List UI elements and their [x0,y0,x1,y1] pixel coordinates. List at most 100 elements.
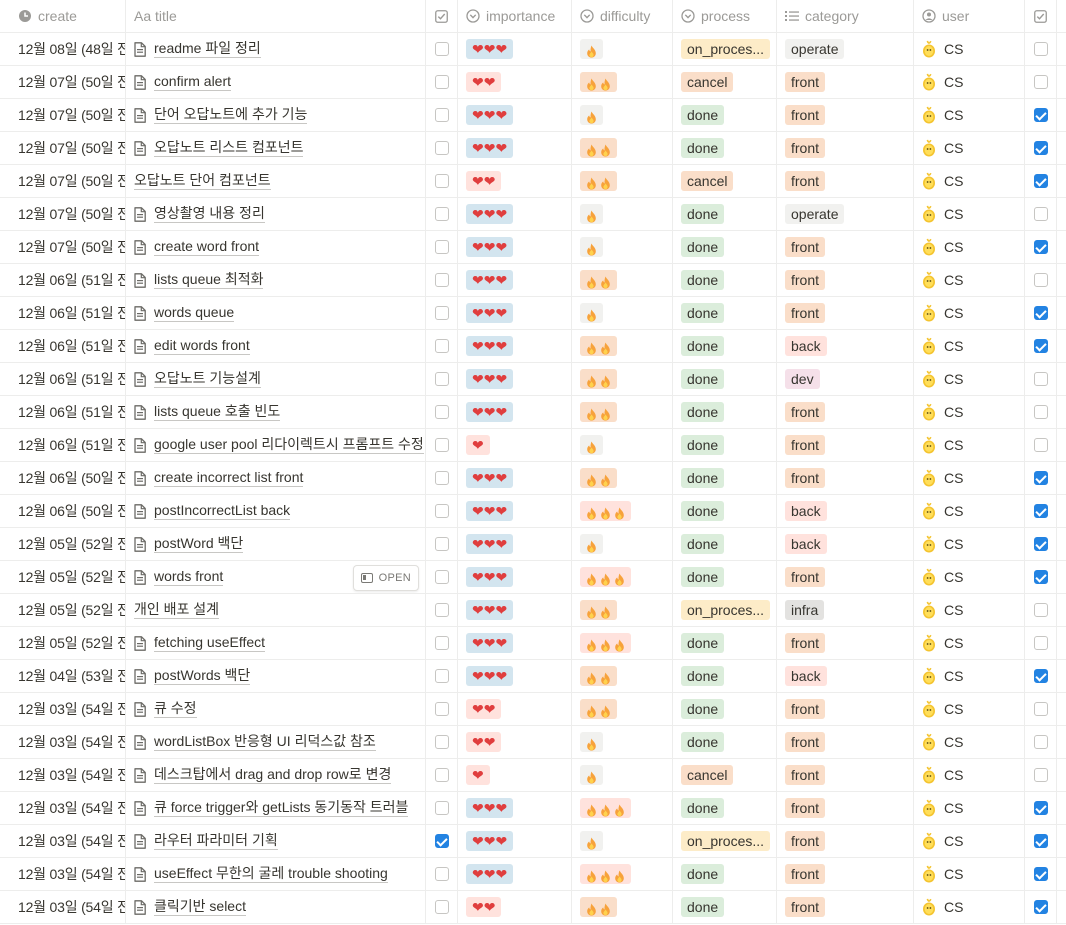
checkbox[interactable] [434,372,449,386]
checkbox[interactable] [434,471,449,485]
cell-checkbox-2[interactable] [1025,594,1057,626]
checkbox[interactable] [1033,141,1048,155]
checkbox[interactable] [1033,339,1048,353]
cell-process[interactable]: done [673,198,777,230]
checkbox[interactable] [434,669,449,683]
cell-user[interactable]: CS [914,858,1025,890]
cell-difficulty[interactable] [572,759,673,791]
table-row[interactable]: 12월 07일 (50일 전 오답노트 리스트 컴포넌트 ❤❤❤ done front C… [0,132,1066,165]
checkbox[interactable] [1033,42,1048,56]
checkbox[interactable] [434,438,449,452]
cell-checkbox[interactable] [426,363,458,395]
cell-user[interactable]: CS [914,561,1025,593]
cell-difficulty[interactable] [572,528,673,560]
cell-importance[interactable]: ❤❤❤ [458,330,572,362]
cell-create[interactable]: 12월 07일 (50일 전 [10,99,126,131]
cell-importance[interactable]: ❤❤❤ [458,132,572,164]
cell-importance[interactable]: ❤❤❤ [458,264,572,296]
cell-create[interactable]: 12월 07일 (50일 전 [10,132,126,164]
cell-title[interactable]: 오답노트 기능설계 [126,363,426,395]
cell-checkbox[interactable] [426,726,458,758]
cell-user[interactable]: CS [914,264,1025,296]
cell-checkbox-2[interactable] [1025,726,1057,758]
cell-create[interactable]: 12월 03일 (54일 전 [10,693,126,725]
cell-title[interactable]: words front OPEN [126,561,426,593]
cell-create[interactable]: 12월 03일 (54일 전 [10,759,126,791]
cell-importance[interactable]: ❤❤ [458,693,572,725]
column-header-checkbox[interactable] [426,0,458,32]
cell-importance[interactable]: ❤❤ [458,165,572,197]
cell-user[interactable]: CS [914,132,1025,164]
checkbox[interactable] [434,735,449,749]
cell-process[interactable]: done [673,429,777,461]
cell-difficulty[interactable] [572,132,673,164]
page-title-link[interactable]: postWord 백단 [154,535,244,553]
cell-category[interactable]: operate [777,33,914,65]
cell-category[interactable]: front [777,693,914,725]
page-title-link[interactable]: 데스크탑에서 drag and drop row로 변경 [154,766,392,784]
checkbox[interactable] [1033,834,1048,848]
cell-checkbox-2[interactable] [1025,495,1057,527]
checkbox[interactable] [434,207,449,221]
table-row[interactable]: 12월 03일 (54일 전 useEffect 무한의 굴레 trouble s… [0,858,1066,891]
cell-create[interactable]: 12월 05일 (52일 전 [10,528,126,560]
cell-create[interactable]: 12월 06일 (50일 전 [10,462,126,494]
cell-checkbox-2[interactable] [1025,165,1057,197]
cell-checkbox-2[interactable] [1025,462,1057,494]
page-title-link[interactable]: create word front [154,238,260,256]
page-title-link[interactable]: confirm alert [154,73,232,91]
column-header-user[interactable]: user [914,0,1025,32]
cell-difficulty[interactable] [572,165,673,197]
checkbox[interactable] [1033,801,1048,815]
table-row[interactable]: 12월 06일 (51일 전 edit words front ❤❤❤ done bac… [0,330,1066,363]
cell-checkbox-2[interactable] [1025,99,1057,131]
table-row[interactable]: 12월 05일 (52일 전 words front OPEN ❤❤❤ done fron… [0,561,1066,594]
cell-checkbox[interactable] [426,891,458,923]
page-title-link[interactable]: 클릭기반 select [154,898,246,916]
table-row[interactable]: 12월 06일 (51일 전 오답노트 기능설계 ❤❤❤ done dev CS [0,363,1066,396]
page-title-link[interactable]: wordListBox 반응형 UI 리덕스값 참조 [154,733,376,751]
cell-title[interactable]: 데스크탑에서 drag and drop row로 변경 [126,759,426,791]
cell-title[interactable]: 오답노트 리스트 컴포넌트 [126,132,426,164]
checkbox[interactable] [1033,735,1048,749]
cell-title[interactable]: postWords 백단 [126,660,426,692]
table-row[interactable]: 12월 07일 (50일 전 confirm alert ❤❤ cancel front… [0,66,1066,99]
checkbox[interactable] [1033,603,1048,617]
cell-checkbox[interactable] [426,462,458,494]
column-header-create[interactable]: create [10,0,126,32]
cell-title[interactable]: lists queue 최적화 [126,264,426,296]
checkbox[interactable] [434,801,449,815]
cell-title[interactable]: useEffect 무한의 굴레 trouble shooting [126,858,426,890]
cell-difficulty[interactable] [572,66,673,98]
cell-checkbox[interactable] [426,561,458,593]
cell-difficulty[interactable] [572,33,673,65]
cell-process[interactable]: done [673,891,777,923]
cell-difficulty[interactable] [572,660,673,692]
page-title-link[interactable]: lists queue 최적화 [154,271,264,289]
cell-title[interactable]: create word front [126,231,426,263]
cell-user[interactable]: CS [914,528,1025,560]
cell-process[interactable]: done [673,330,777,362]
cell-category[interactable]: front [777,726,914,758]
checkbox[interactable] [1033,207,1048,221]
cell-difficulty[interactable] [572,396,673,428]
cell-checkbox[interactable] [426,627,458,659]
cell-importance[interactable]: ❤❤❤ [458,660,572,692]
checkbox[interactable] [1033,471,1048,485]
table-row[interactable]: 12월 05일 (52일 전 개인 배포 설계 ❤❤❤ on_proces... inf… [0,594,1066,627]
cell-create[interactable]: 12월 06일 (50일 전 [10,495,126,527]
cell-create[interactable]: 12월 03일 (54일 전 [10,726,126,758]
cell-importance[interactable]: ❤ [458,429,572,461]
cell-checkbox-2[interactable] [1025,792,1057,824]
cell-difficulty[interactable] [572,429,673,461]
cell-process[interactable]: done [673,132,777,164]
cell-difficulty[interactable] [572,231,673,263]
checkbox[interactable] [1033,900,1048,914]
cell-user[interactable]: CS [914,759,1025,791]
cell-importance[interactable]: ❤❤❤ [458,561,572,593]
cell-importance[interactable]: ❤❤ [458,891,572,923]
cell-title[interactable]: 오답노트 단어 컴포넌트 [126,165,426,197]
cell-title[interactable]: edit words front [126,330,426,362]
cell-user[interactable]: CS [914,330,1025,362]
cell-category[interactable]: back [777,330,914,362]
